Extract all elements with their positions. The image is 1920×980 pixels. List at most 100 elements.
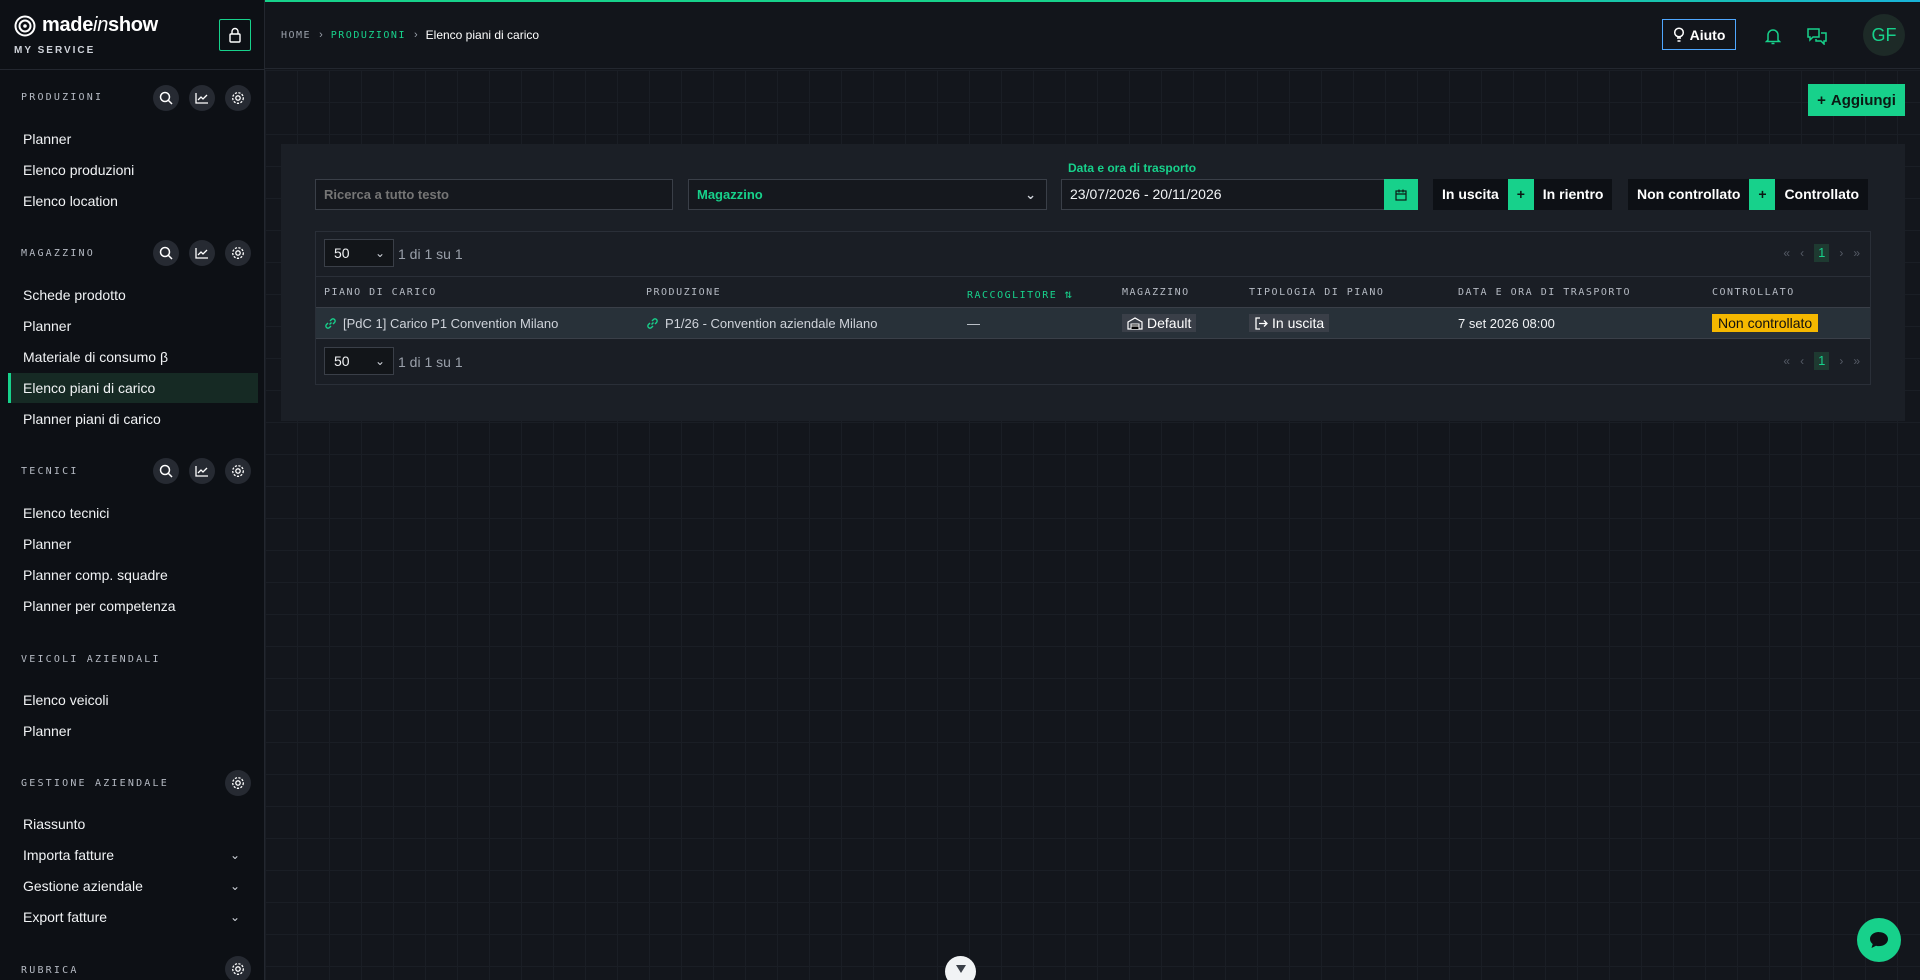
last-page-icon[interactable]: »	[1853, 354, 1860, 368]
avatar[interactable]: GF	[1863, 14, 1905, 56]
sidebar-item-planner-veicoli[interactable]: Planner	[8, 716, 258, 746]
search-icon	[159, 464, 173, 478]
chevron-right-icon: ›	[413, 29, 418, 41]
next-page-icon[interactable]: ›	[1839, 354, 1843, 368]
page-size-select[interactable]: 50 ⌄	[324, 347, 394, 375]
gear-icon	[232, 777, 244, 789]
section-title-produzioni: PRODUZIONI	[21, 92, 104, 103]
search-button[interactable]	[153, 240, 179, 266]
settings-button[interactable]	[225, 770, 251, 796]
brand-name: madeinshow	[42, 14, 158, 36]
sidebar-item-planner-comp-squadre[interactable]: Planner comp. squadre	[8, 560, 258, 590]
warehouse-select[interactable]: Magazzino ⌄	[688, 179, 1047, 210]
column-header[interactable]: TIPOLOGIA DI PIANO	[1249, 287, 1384, 298]
chat-icon	[1870, 932, 1888, 948]
settings-button[interactable]	[225, 240, 251, 266]
plus-icon[interactable]: +	[1507, 179, 1534, 210]
toggle-controllato[interactable]: Controllato	[1775, 179, 1869, 210]
notifications-button[interactable]	[1761, 24, 1785, 48]
pagination-bottom: 50 ⌄ 1 di 1 su 1 « ‹ 1 › »	[316, 340, 1870, 384]
cell-piano[interactable]: [PdC 1] Carico P1 Convention Milano	[324, 316, 558, 331]
section-tools-produzioni	[153, 85, 251, 111]
next-page-icon[interactable]: ›	[1839, 246, 1843, 260]
toggle-in-rientro[interactable]: In rientro	[1533, 179, 1613, 210]
plus-icon: +	[1817, 91, 1826, 109]
page-info: 1 di 1 su 1	[398, 246, 463, 262]
page-size-select[interactable]: 50 ⌄	[324, 239, 394, 267]
chart-icon	[195, 248, 208, 259]
help-button[interactable]: Aiuto	[1662, 19, 1736, 50]
column-header[interactable]: PIANO DI CARICO	[324, 287, 437, 298]
toggle-non-controllato[interactable]: Non controllato	[1628, 179, 1750, 210]
brand-logo[interactable]: madeinshow MY SERVICE	[14, 14, 158, 62]
sidebar-item-planner[interactable]: Planner	[8, 124, 258, 154]
calendar-button[interactable]	[1384, 179, 1418, 210]
sidebar-item-gestione-aziendale[interactable]: Gestione aziendale ⌄	[8, 871, 258, 901]
chevron-down-icon	[955, 965, 966, 973]
settings-button[interactable]	[225, 956, 251, 980]
date-filter-label: Data e ora di trasporto	[1068, 161, 1197, 175]
stats-button[interactable]	[189, 85, 215, 111]
first-page-icon[interactable]: «	[1783, 354, 1790, 368]
stats-button[interactable]	[189, 458, 215, 484]
sidebar-item-importa-fatture[interactable]: Importa fatture ⌄	[8, 840, 258, 870]
link-icon	[647, 318, 658, 329]
search-button[interactable]	[153, 85, 179, 111]
sidebar-item-planner-magazzino[interactable]: Planner	[8, 311, 258, 341]
sidebar-item-schede-prodotto[interactable]: Schede prodotto	[8, 280, 258, 310]
sort-icon: ⇅	[1064, 287, 1073, 301]
column-header[interactable]: CONTROLLATO	[1712, 287, 1795, 298]
sidebar-item-materiale-consumo[interactable]: Materiale di consumo β	[8, 342, 258, 372]
sidebar-item-export-fatture[interactable]: Export fatture ⌄	[8, 902, 258, 932]
cell-produzione[interactable]: P1/26 - Convention aziendale Milano	[646, 316, 877, 331]
chevron-down-icon: ⌄	[374, 354, 385, 368]
sidebar-item-riassunto[interactable]: Riassunto	[8, 809, 258, 839]
chart-icon	[195, 93, 208, 104]
brand-subtitle: MY SERVICE	[14, 45, 96, 56]
column-header[interactable]: MAGAZZINO	[1122, 287, 1190, 298]
lightbulb-icon	[1673, 26, 1684, 42]
messages-button[interactable]	[1805, 24, 1829, 48]
bell-icon	[1765, 29, 1781, 45]
column-header-sorted[interactable]: RACCOGLITORE ⇅	[967, 287, 1072, 301]
column-header[interactable]: DATA E ORA DI TRASPORTO	[1458, 287, 1631, 298]
sidebar-item-elenco-location[interactable]: Elenco location	[8, 186, 258, 216]
prev-page-icon[interactable]: ‹	[1800, 246, 1804, 260]
page-number[interactable]: 1	[1814, 244, 1830, 262]
settings-button[interactable]	[225, 458, 251, 484]
calendar-icon	[1395, 189, 1407, 201]
table-row[interactable]: [PdC 1] Carico P1 Convention Milano P1/2…	[316, 307, 1870, 339]
column-header[interactable]: PRODUZIONE	[646, 287, 721, 298]
support-chat-button[interactable]	[1857, 918, 1901, 962]
sidebar-item-elenco-veicoli[interactable]: Elenco veicoli	[8, 685, 258, 715]
sidebar-item-elenco-piani-carico[interactable]: Elenco piani di carico	[8, 373, 258, 403]
search-input[interactable]	[315, 179, 673, 210]
search-button[interactable]	[153, 458, 179, 484]
data-table: 50 ⌄ 1 di 1 su 1 « ‹ 1 › » PIANO DI CARIC…	[315, 231, 1871, 385]
toggle-in-uscita[interactable]: In uscita	[1433, 179, 1508, 210]
stats-button[interactable]	[189, 240, 215, 266]
sidebar-item-elenco-tecnici[interactable]: Elenco tecnici	[8, 498, 258, 528]
sidebar-item-planner-piani-carico[interactable]: Planner piani di carico	[8, 404, 258, 434]
checked-toggle: Non controllato + Controllato	[1628, 179, 1869, 210]
section-title-magazzino: MAGAZZINO	[21, 248, 95, 259]
warehouse-icon	[1127, 316, 1143, 330]
prev-page-icon[interactable]: ‹	[1800, 354, 1804, 368]
date-range-input[interactable]: 23/07/2026 - 20/11/2026	[1061, 179, 1385, 210]
plus-icon[interactable]: +	[1749, 179, 1776, 210]
breadcrumb-home[interactable]: HOME	[281, 30, 311, 41]
sidebar-item-planner-tecnici[interactable]: Planner	[8, 529, 258, 559]
sidebar-item-planner-competenza[interactable]: Planner per competenza	[8, 591, 258, 621]
page-number[interactable]: 1	[1814, 352, 1830, 370]
breadcrumb-produzioni[interactable]: PRODUZIONI	[331, 30, 406, 41]
lock-button[interactable]	[219, 19, 251, 51]
add-button[interactable]: + Aggiungi	[1808, 84, 1905, 116]
settings-button[interactable]	[225, 85, 251, 111]
first-page-icon[interactable]: «	[1783, 246, 1790, 260]
last-page-icon[interactable]: »	[1853, 246, 1860, 260]
exit-icon	[1255, 316, 1268, 330]
gear-icon	[232, 465, 244, 477]
chevron-down-icon: ⌄	[229, 848, 240, 862]
sidebar-item-elenco-produzioni[interactable]: Elenco produzioni	[8, 155, 258, 185]
bottom-expand-button[interactable]	[945, 956, 976, 980]
